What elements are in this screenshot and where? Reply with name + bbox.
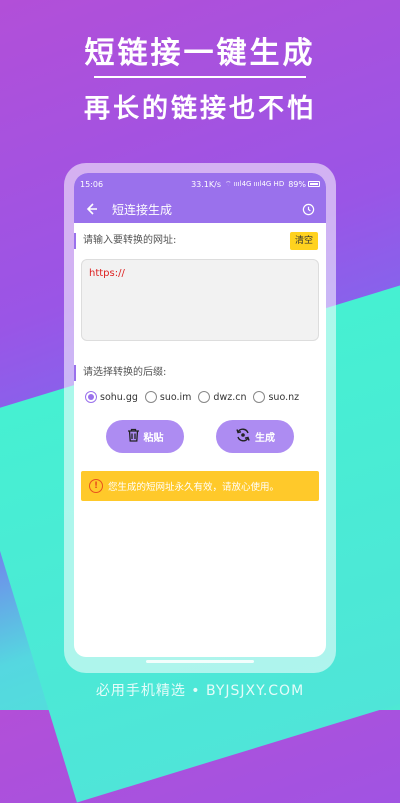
url-input[interactable]: https:// <box>81 259 319 341</box>
paste-label: 粘贴 <box>143 433 164 444</box>
home-indicator <box>146 660 254 663</box>
battery-percent: 89% <box>288 179 306 189</box>
radio-suo-im[interactable]: suo.im <box>144 391 192 403</box>
radio-label: sohu.gg <box>100 391 138 403</box>
radio-label: suo.nz <box>268 391 300 403</box>
suffix-section-header: 请选择转换的后缀: <box>74 341 326 383</box>
generate-label: 生成 <box>255 433 275 444</box>
phone-screen: 15:06 33.1K/s ⌔ ıııl4G ıııl4G HD 89% 短连接… <box>74 173 326 657</box>
generate-button[interactable]: 生成 <box>216 420 294 453</box>
notice-banner: ! 您生成的短网址永久有效，请放心使用。 <box>81 471 319 501</box>
promo-headline-bottom: 再长的链接也不怕 <box>83 94 316 124</box>
headline-divider <box>94 76 306 78</box>
status-signal: ⌔ ıııl4G ıııl4G HD <box>224 179 285 188</box>
clock-icon[interactable] <box>300 201 316 217</box>
radio-label: dwz.cn <box>213 391 247 403</box>
warning-icon: ! <box>89 479 103 493</box>
promo-headline-top: 短链接一键生成 <box>84 36 316 71</box>
radio-suo-nz[interactable]: suo.nz <box>253 391 299 403</box>
battery-icon <box>308 181 320 187</box>
status-battery: 89% <box>288 180 320 189</box>
radio-unchecked-icon <box>198 391 211 403</box>
refresh-icon <box>235 428 251 445</box>
input-section-header: 请输入要转换的网址: 清空 <box>74 223 326 251</box>
radio-label: suo.im <box>159 391 192 403</box>
status-network-speed: 33.1K/s <box>191 179 221 189</box>
app-toolbar: 短连接生成 <box>74 195 326 223</box>
action-buttons: 粘贴 生成 <box>74 420 326 453</box>
radio-dwz-cn[interactable]: dwz.cn <box>198 391 246 403</box>
footer-watermark: 必用手机精选 • BYJSJXY.COM <box>95 683 305 699</box>
toolbar-title: 短连接生成 <box>112 202 173 217</box>
paste-button[interactable]: 粘贴 <box>106 420 184 453</box>
url-input-value: https:// <box>89 268 125 279</box>
back-arrow-icon[interactable] <box>84 201 100 217</box>
status-bar: 15:06 33.1K/s ⌔ ıııl4G ıııl4G HD 89% <box>74 173 326 195</box>
status-time: 15:06 <box>80 179 104 189</box>
clear-button[interactable]: 清空 <box>289 232 318 250</box>
suffix-label: 请选择转换的后缀: <box>74 363 326 383</box>
notice-text: 您生成的短网址永久有效，请放心使用。 <box>108 482 280 493</box>
phone-frame: 15:06 33.1K/s ⌔ ıııl4G ıııl4G HD 89% 短连接… <box>64 163 336 673</box>
suffix-radio-group: sohu.gg suo.im dwz.cn suo.nz <box>74 383 326 403</box>
trash-icon <box>127 428 140 445</box>
radio-checked-icon <box>85 391 97 403</box>
radio-unchecked-icon <box>144 391 157 403</box>
radio-sohu-gg[interactable]: sohu.gg <box>85 391 138 403</box>
radio-unchecked-icon <box>253 391 266 403</box>
input-label: 请输入要转换的网址: <box>74 231 176 251</box>
